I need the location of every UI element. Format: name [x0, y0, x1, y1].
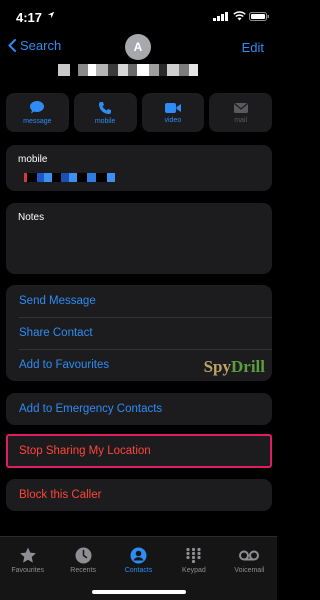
message-action-button[interactable]: message: [6, 93, 69, 132]
phone-number-card[interactable]: mobile: [6, 145, 272, 191]
back-button[interactable]: Search: [8, 38, 61, 53]
message-bubble-icon: [30, 101, 45, 114]
status-bar: 4:17: [0, 0, 277, 30]
stop-sharing-location-card: Stop Sharing My Location: [6, 434, 272, 468]
status-time: 4:17: [16, 10, 43, 25]
navigation-bar: Search A Edit: [0, 32, 277, 62]
phone-type-label: mobile: [18, 154, 48, 165]
tab-voicemail[interactable]: Voicemail: [222, 537, 277, 600]
contact-avatar: A: [125, 34, 151, 60]
tab-contacts-label: Contacts: [124, 567, 153, 574]
voicemail-icon: [239, 550, 260, 561]
quick-actions: message mobile video mail: [6, 93, 272, 132]
mail-envelope-icon: [233, 102, 248, 113]
home-indicator: [92, 590, 186, 594]
add-to-emergency-contacts-button[interactable]: Add to Emergency Contacts: [6, 393, 272, 425]
mail-action-button[interactable]: mail: [209, 93, 272, 132]
person-circle-icon: [130, 547, 147, 564]
location-arrow-icon: [47, 11, 55, 19]
stop-sharing-location-button[interactable]: Stop Sharing My Location: [8, 436, 270, 466]
tab-voicemail-label: Voicemail: [234, 567, 265, 574]
call-action-button[interactable]: mobile: [73, 93, 137, 132]
phone-icon: [99, 101, 112, 114]
tab-favourites[interactable]: Favourites: [0, 537, 55, 600]
wifi-icon: [233, 11, 246, 21]
emergency-contacts-card: Add to Emergency Contacts: [6, 393, 272, 425]
video-action-label: video: [164, 116, 182, 124]
tab-favourites-label: Favourites: [11, 567, 45, 574]
call-action-label: mobile: [94, 117, 116, 125]
star-icon: [19, 547, 36, 563]
share-contact-button[interactable]: Share Contact: [6, 317, 272, 349]
send-message-button[interactable]: Send Message: [6, 285, 272, 317]
edit-button[interactable]: Edit: [242, 40, 264, 55]
video-action-button[interactable]: video: [141, 93, 205, 132]
block-caller-button[interactable]: Block this Caller: [6, 479, 272, 511]
video-camera-icon: [164, 102, 181, 113]
chevron-left-icon: [8, 39, 16, 52]
contact-name-redacted: [58, 64, 218, 78]
notes-label: Notes: [18, 212, 45, 223]
watermark-part2: Drill: [231, 357, 265, 376]
battery-icon: [249, 12, 269, 21]
keypad-grid-icon: [186, 547, 202, 564]
watermark-part1: Spy: [203, 357, 231, 376]
back-label: Search: [20, 38, 62, 53]
phone-number-redacted: [24, 173, 115, 182]
notes-card[interactable]: Notes: [6, 203, 272, 274]
mail-action-label: mail: [234, 116, 248, 124]
spydrill-watermark: SpyDrill: [204, 357, 265, 377]
tab-recents-label: Recents: [70, 567, 96, 574]
block-caller-card: Block this Caller: [6, 479, 272, 511]
cellular-signal-icon: [213, 12, 228, 21]
message-action-label: message: [23, 118, 52, 125]
clock-icon: [75, 547, 92, 564]
tab-keypad-label: Keypad: [182, 567, 206, 574]
